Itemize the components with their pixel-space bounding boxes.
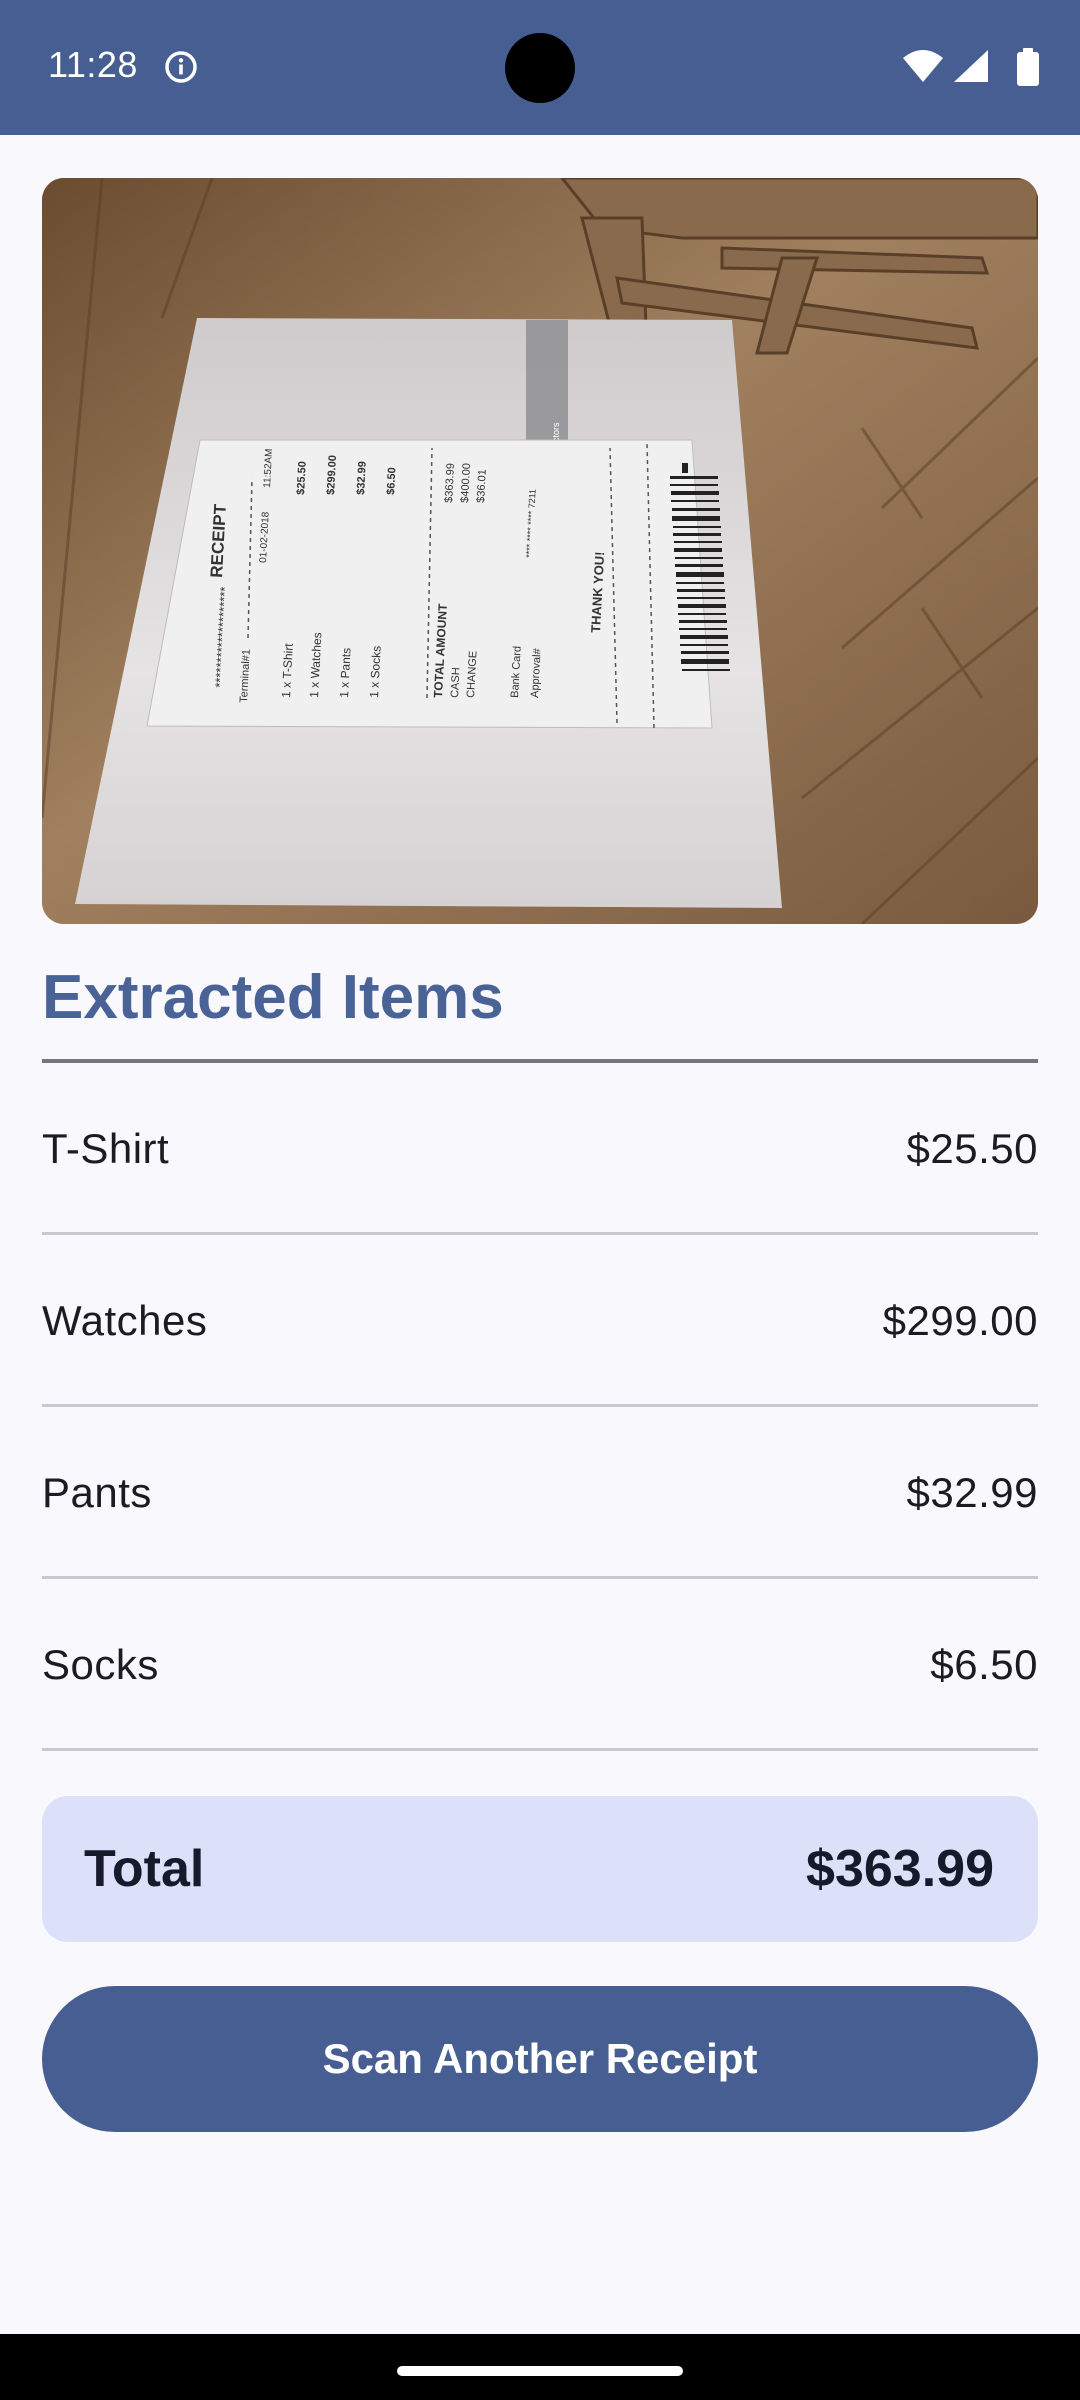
info-circle-icon [165, 51, 197, 83]
section-title: Extracted Items [42, 963, 504, 1032]
svg-text:$25.50: $25.50 [295, 461, 309, 495]
wifi-icon [903, 50, 943, 82]
list-item: T-Shirt $25.50 [42, 1063, 1038, 1235]
svg-text:$363.99: $363.99 [443, 463, 457, 503]
item-name: Socks [42, 1641, 159, 1688]
total-label: Total [84, 1840, 205, 1898]
list-item: Watches $299.00 [42, 1235, 1038, 1407]
battery-icon [1017, 48, 1039, 86]
total-value: $363.99 [806, 1840, 994, 1898]
item-name: Pants [42, 1469, 152, 1516]
list-item: Pants $32.99 [42, 1407, 1038, 1579]
receipt-photo: iStock Credit: perfectvectors **********… [42, 178, 1038, 924]
svg-text:$36.01: $36.01 [475, 469, 489, 503]
svg-text:$400.00: $400.00 [459, 463, 473, 503]
item-price: $299.00 [882, 1297, 1038, 1344]
status-bar: 11:28 [0, 0, 1080, 135]
item-price: $25.50 [906, 1125, 1038, 1172]
svg-text:CASH: CASH [449, 667, 463, 698]
svg-text:CHANGE: CHANGE [465, 651, 479, 699]
home-gesture-handle[interactable] [397, 2366, 683, 2376]
total-card: Total $363.99 [42, 1796, 1038, 1942]
svg-text:$299.00: $299.00 [325, 455, 339, 495]
scan-another-receipt-button[interactable]: Scan Another Receipt [42, 1986, 1038, 2132]
list-item: Socks $6.50 [42, 1579, 1038, 1751]
svg-text:1 x T-Shirt: 1 x T-Shirt [279, 642, 296, 698]
svg-text:RECEIPT: RECEIPT [207, 503, 230, 578]
item-name: Watches [42, 1297, 208, 1344]
item-price: $32.99 [906, 1469, 1038, 1516]
item-name: T-Shirt [42, 1125, 170, 1172]
status-time: 11:28 [48, 44, 138, 85]
svg-text:1 x Socks: 1 x Socks [367, 645, 384, 698]
svg-text:$6.50: $6.50 [385, 467, 398, 495]
svg-text:1 x Pants: 1 x Pants [337, 647, 354, 698]
navigation-bar [0, 2334, 1080, 2400]
svg-text:11:52AM: 11:52AM [262, 448, 275, 488]
item-price: $6.50 [930, 1641, 1038, 1688]
cellular-signal-icon [954, 50, 988, 82]
svg-text:$32.99: $32.99 [355, 461, 369, 495]
camera-cutout [505, 33, 575, 103]
